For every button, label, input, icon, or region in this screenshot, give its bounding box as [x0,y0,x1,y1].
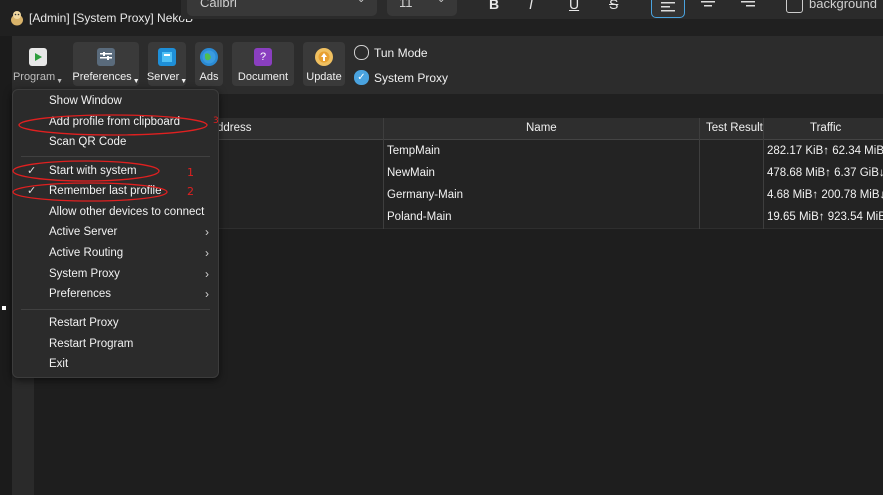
annotation-number: 1 [187,166,194,179]
annotation-number: 2 [187,185,194,198]
annotation-overlay [12,114,208,202]
annotation-ellipse [18,114,208,136]
annotation-ellipse [12,160,160,182]
annotation-number: 3 [213,116,219,126]
annotation-ellipse [12,182,168,202]
